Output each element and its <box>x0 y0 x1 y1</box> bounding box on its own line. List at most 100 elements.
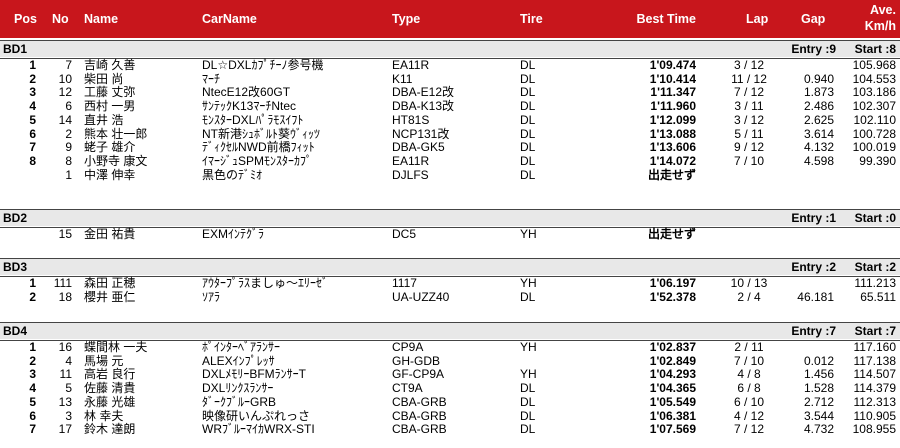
cell-best: 出走せず <box>647 167 696 182</box>
cell-tire: DL <box>520 394 536 409</box>
cell-tire: DL <box>520 289 536 304</box>
cell-lap: 7 / 12 <box>733 85 765 100</box>
cell-ave: 112.313 <box>853 394 897 409</box>
group-label: BD3 <box>3 260 28 274</box>
cell-lap: 4 / 8 <box>737 367 761 382</box>
cell-lap: 7 / 10 <box>733 353 765 368</box>
result-row: 2 10 柴田 尚ﾏｰﾁ K11 DL 1'10.414 11 / 12 0.940 104.5… <box>0 71 900 87</box>
cell-ave: 100.019 <box>852 140 896 155</box>
header-pos: Pos <box>14 12 37 26</box>
cell-ave: 103.186 <box>852 85 896 100</box>
cell-gap: 2.625 <box>803 112 834 127</box>
cell-name: 森田 正穂 <box>84 276 136 290</box>
group-start: Start :8 <box>854 42 896 56</box>
header-kmh: Km/h <box>864 19 896 33</box>
cell-lap: 6 / 10 <box>733 394 765 409</box>
cell-best: 1'07.569 <box>649 422 696 437</box>
table-header: Pos No Name CarName Type Tire Best Time … <box>0 0 900 38</box>
cell-best: 1'09.474 <box>649 58 696 72</box>
cell-ave: 108.955 <box>852 422 896 437</box>
cell-car: EXMｲﾝﾃｸﾞﾗ <box>202 227 265 241</box>
header-no: No <box>52 12 69 26</box>
header-carname: CarName <box>202 12 257 26</box>
cell-ave: 100.728 <box>852 126 896 141</box>
cell-pos: 4 <box>29 381 36 396</box>
cell-best: 1'12.099 <box>649 112 696 127</box>
cell-tire: DL <box>520 422 536 437</box>
cell-ave: 102.110 <box>853 112 897 127</box>
cell-gap: 0.940 <box>803 71 834 86</box>
result-row: 1 中澤 伸幸 黒色のﾃﾞﾐｵ DJLFS DL 出走せず <box>0 167 900 183</box>
cell-ave: 105.968 <box>852 58 896 72</box>
cell-no: 13 <box>58 394 72 409</box>
cell-best: 1'13.088 <box>649 126 696 141</box>
header-name: Name <box>84 12 119 26</box>
cell-pos: 3 <box>29 85 36 100</box>
result-row: 2 4 馬場 元 ALEXｲﾝﾌﾟﾚｯｻ GH-GDB 1'02.849 7 / 10 0.0… <box>0 353 900 369</box>
cell-no: 4 <box>65 353 72 368</box>
cell-no: 2 <box>65 126 72 141</box>
cell-best: 出走せず <box>647 227 696 241</box>
cell-tire: YH <box>520 276 537 290</box>
cell-lap: 2 / 11 <box>734 340 764 354</box>
cell-type: CBA-GRB <box>392 408 447 423</box>
cell-no: 16 <box>58 340 72 354</box>
cell-no: 8 <box>65 153 72 168</box>
cell-type: CBA-GRB <box>392 422 447 437</box>
cell-best: 1'14.072 <box>649 153 696 168</box>
group-header-bd4: BD4 Entry :7 Start :7 <box>0 322 900 339</box>
group-label: BD1 <box>3 42 28 56</box>
cell-pos: 2 <box>29 71 36 86</box>
cell-type: DBA-K13改 <box>392 99 455 114</box>
cell-type: DJLFS <box>392 167 429 182</box>
cell-gap: 1.528 <box>803 381 834 396</box>
cell-car: ﾎﾟｲﾝﾀｰﾍﾞｱﾗﾝｻｰ <box>202 340 281 354</box>
cell-pos: 1 <box>29 340 36 354</box>
cell-gap: 0.012 <box>803 353 834 368</box>
cell-gap: 4.132 <box>803 140 834 155</box>
cell-type: DBA-GK5 <box>392 140 445 155</box>
cell-pos: 6 <box>29 126 36 141</box>
cell-name: 金田 祐貴 <box>84 227 136 241</box>
header-gap: Gap <box>801 12 826 26</box>
cell-name: 蝶間林 一夫 <box>84 340 148 354</box>
cell-pos: 7 <box>29 422 36 437</box>
cell-ave: 117.138 <box>853 353 897 368</box>
cell-pos: 1 <box>29 276 36 290</box>
group-header-bd1: BD1 Entry :9 Start :8 <box>0 40 900 57</box>
cell-gap: 1.873 <box>803 85 834 100</box>
cell-tire: YH <box>520 340 537 354</box>
cell-best: 1'04.365 <box>649 381 696 396</box>
cell-type: GH-GDB <box>392 353 440 368</box>
result-row: 3 11 高岩 良行 DXLﾒﾓﾘｰBFMﾗﾝｻｰT GF-CP9A YH 1'04.293… <box>0 368 900 382</box>
cell-no: 11 <box>59 367 72 382</box>
cell-type: CT9A <box>392 381 423 396</box>
cell-name: 工藤 丈弥 <box>84 85 136 100</box>
header-type: Type <box>392 12 421 26</box>
cell-tire: DL <box>520 167 536 182</box>
cell-lap: 6 / 8 <box>737 381 761 396</box>
result-row: 2 18 櫻井 亜仁 ｿｱﾗ UA-UZZ40 DL 1'52.378 2 / 4 46.181… <box>0 289 900 305</box>
group-header-bd2: BD2 Entry :1 Start :0 <box>0 209 900 226</box>
cell-car: ﾏｰﾁ <box>202 71 221 86</box>
cell-best: 1'11.960 <box>650 99 696 114</box>
cell-no: 18 <box>58 289 72 304</box>
cell-name: 佐藤 清貴 <box>84 381 136 396</box>
cell-pos: 8 <box>29 153 36 168</box>
cell-name: 高岩 良行 <box>84 367 136 382</box>
header-tire: Tire <box>520 12 543 26</box>
group-label: BD4 <box>3 324 28 338</box>
result-row: 5 14 直井 浩 ﾓﾝｽﾀｰDXLﾊﾟﾗﾓｽｲﾌﾄ HT81S DL 1'12.099 3 … <box>0 112 900 128</box>
cell-pos: 5 <box>29 112 36 127</box>
cell-car: WRﾌﾞﾙｰﾏｲｶWRX-STI <box>202 422 315 437</box>
cell-name: 鈴木 達朗 <box>84 422 136 437</box>
group-entry: Entry :9 <box>791 42 836 56</box>
result-row: 7 17 鈴木 達朗 WRﾌﾞﾙｰﾏｲｶWRX-STI CBA-GRB DL 1'07.56… <box>0 422 900 437</box>
result-row: 1 111 森田 正穂 ｱｳﾀｰﾌﾟﾗｽましゅ～ｴﾘｰｾﾞ 1117 YH 1'06.197… <box>0 276 900 291</box>
group-entry: Entry :7 <box>791 324 836 338</box>
result-row: 7 9 蛯子 雄介 ﾃﾞｨｸｾﾙNWD前橋ﾌｨｯﾄ DBA-GK5 DL 1'13.606 9… <box>0 140 900 155</box>
cell-name: 永藤 光雄 <box>84 394 136 409</box>
group-start: Start :0 <box>854 211 896 225</box>
cell-car: ﾓﾝｽﾀｰDXLﾊﾟﾗﾓｽｲﾌﾄ <box>202 112 304 127</box>
cell-tire: DL <box>520 58 536 72</box>
